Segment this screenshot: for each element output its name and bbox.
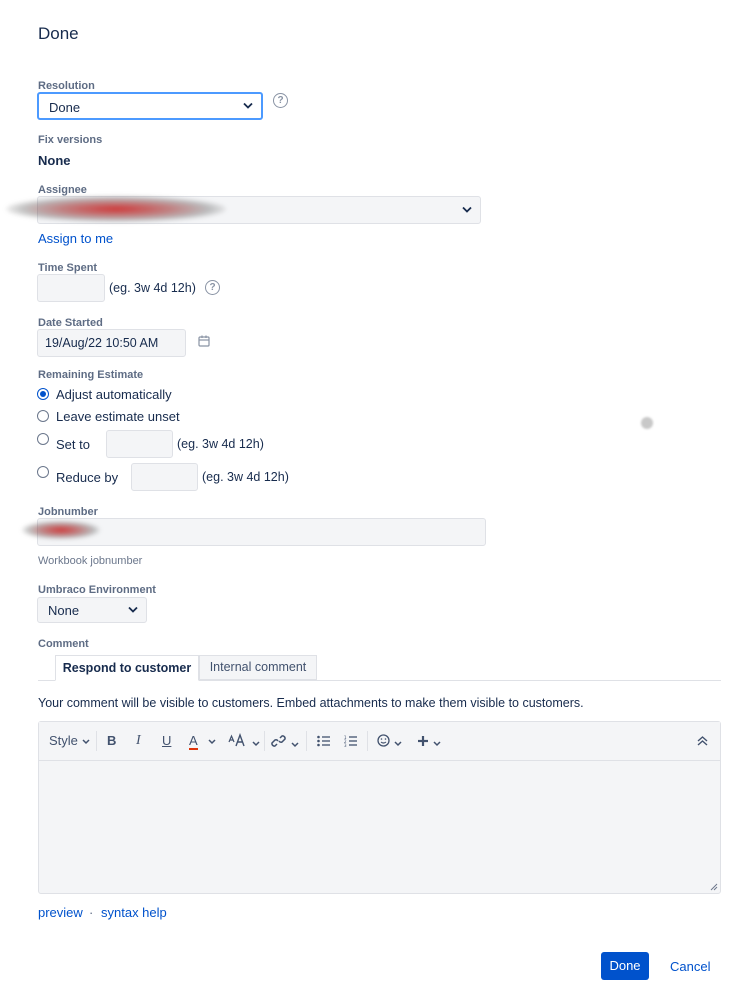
radio-adjust-automatically[interactable] (37, 388, 49, 400)
time-spent-hint: (eg. 3w 4d 12h) (109, 281, 196, 295)
assign-to-me-link[interactable]: Assign to me (38, 231, 113, 246)
umbraco-value: None (48, 603, 80, 618)
radio-set-to[interactable] (37, 433, 49, 445)
date-started-label: Date Started (38, 317, 103, 329)
toolbar-separator (306, 731, 307, 751)
reduce-by-hint: (eg. 3w 4d 12h) (202, 470, 289, 484)
chevron-down-icon (394, 741, 402, 747)
time-spent-input[interactable] (37, 274, 105, 302)
umbraco-label: Umbraco Environment (38, 584, 156, 596)
syntax-help-link[interactable]: syntax help (101, 905, 167, 920)
chevron-down-icon (462, 206, 472, 213)
jobnumber-description: Workbook jobnumber (38, 555, 143, 567)
toolbar-separator (96, 731, 97, 751)
collapse-toolbar-icon[interactable] (697, 736, 708, 746)
chevron-down-icon (208, 739, 216, 745)
preview-link[interactable]: preview (38, 905, 83, 920)
chevron-down-icon (82, 739, 90, 745)
assignee-label: Assignee (38, 184, 87, 196)
italic-button[interactable]: I (136, 733, 141, 749)
radio-leave-unset[interactable] (37, 410, 49, 422)
radio-label-adjust: Adjust automatically (56, 387, 172, 402)
chevron-down-icon (128, 606, 138, 613)
comment-editor[interactable]: Style B I U A 1 2 3 (38, 721, 721, 894)
resolution-label: Resolution (38, 80, 95, 92)
insert-more-button[interactable] (417, 734, 441, 752)
text-size-icon (228, 732, 245, 747)
radio-label-leave: Leave estimate unset (56, 409, 180, 424)
style-dropdown[interactable]: Style (49, 733, 90, 748)
tab-internal-comment[interactable]: Internal comment (199, 655, 317, 680)
bullet-list-icon[interactable] (317, 735, 331, 747)
chevron-down-icon (252, 741, 260, 747)
emoji-button[interactable] (377, 734, 402, 752)
set-to-input[interactable] (106, 430, 173, 458)
redaction-scribble (22, 521, 100, 539)
text-color-icon: A (189, 733, 198, 750)
bold-button[interactable]: B (107, 733, 116, 748)
chevron-down-icon (291, 742, 299, 748)
reduce-by-input[interactable] (131, 463, 198, 491)
link-separator: · (89, 905, 94, 920)
fix-versions-value: None (38, 153, 71, 168)
stray-dot (641, 417, 653, 429)
emoji-icon (377, 734, 390, 747)
calendar-icon[interactable] (198, 335, 210, 347)
remaining-estimate-label: Remaining Estimate (38, 369, 144, 381)
time-spent-label: Time Spent (38, 262, 98, 274)
help-icon[interactable]: ? (273, 93, 288, 108)
comment-notice: Your comment will be visible to customer… (38, 696, 584, 710)
umbraco-select[interactable]: None (37, 597, 147, 623)
numbered-list-icon[interactable]: 1 2 3 (344, 735, 358, 747)
done-button[interactable]: Done (601, 952, 649, 980)
chevron-down-icon (243, 102, 253, 109)
plus-icon (418, 736, 428, 746)
toolbar-separator (367, 731, 368, 751)
redaction-scribble (6, 196, 226, 222)
resolution-value: Done (49, 100, 81, 115)
cancel-button[interactable]: Cancel (670, 959, 710, 974)
resolution-select[interactable]: Done (37, 92, 263, 120)
comment-label: Comment (38, 638, 89, 650)
radio-reduce-by[interactable] (37, 466, 49, 478)
link-icon (271, 735, 286, 747)
link-button[interactable] (271, 734, 299, 753)
editor-toolbar: Style B I U A 1 2 3 (39, 722, 720, 761)
fix-versions-label: Fix versions (38, 134, 103, 146)
help-icon[interactable]: ? (205, 280, 220, 295)
set-to-hint: (eg. 3w 4d 12h) (177, 437, 264, 451)
date-started-value: 19/Aug/22 10:50 AM (45, 336, 159, 350)
resize-handle-icon[interactable] (710, 883, 718, 891)
radio-label-set-to: Set to (56, 437, 90, 452)
jobnumber-label: Jobnumber (38, 506, 98, 518)
radio-label-reduce-by: Reduce by (56, 470, 119, 485)
jobnumber-input[interactable] (37, 518, 486, 546)
date-started-input[interactable]: 19/Aug/22 10:50 AM (37, 329, 186, 357)
text-size-button[interactable] (228, 732, 260, 752)
svg-text:3: 3 (344, 743, 347, 747)
dialog-title: Done (38, 24, 79, 43)
style-label: Style (49, 733, 78, 748)
underline-button[interactable]: U (162, 733, 171, 748)
chevron-down-icon (433, 741, 441, 747)
toolbar-separator (264, 731, 265, 751)
text-color-button[interactable]: A (189, 732, 216, 750)
tab-respond-to-customer[interactable]: Respond to customer (55, 655, 199, 681)
